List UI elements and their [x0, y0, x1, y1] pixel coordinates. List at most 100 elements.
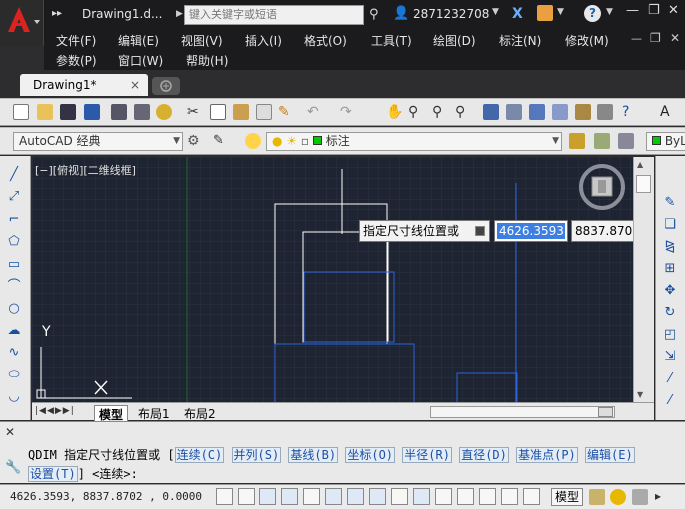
model-space-button[interactable]: 模型 — [551, 488, 583, 506]
search-input[interactable]: 键入关键字或短语 — [184, 5, 364, 25]
doc-restore-icon[interactable]: ❐ — [650, 31, 661, 45]
tab-drawing1[interactable]: Drawing1* × — [20, 74, 148, 96]
dynamic-ucs-icon[interactable] — [391, 488, 408, 505]
text-style-icon[interactable]: A — [660, 104, 676, 120]
drawing-canvas[interactable]: [−][俯视][二维线框] Y 指定尺寸线位置或 4626.3593 8837.… — [32, 157, 633, 402]
scroll-down-icon[interactable]: ▼ — [637, 390, 643, 399]
store-dropdown-icon[interactable]: ▼ — [557, 7, 564, 17]
spline-icon[interactable]: ∿ — [5, 344, 23, 362]
tab-layout2[interactable]: 布局2 — [184, 405, 216, 422]
option-edit[interactable]: 编辑(E) — [585, 447, 635, 463]
array-icon[interactable]: ⊞ — [661, 260, 679, 278]
tab-layout1[interactable]: 布局1 — [138, 405, 170, 422]
menu-file[interactable]: 文件(F) — [56, 32, 96, 49]
menu-tools[interactable]: 工具(T) — [371, 32, 412, 49]
extend-icon[interactable]: ⁄ — [661, 392, 679, 410]
minimize-icon[interactable]: — — [626, 3, 639, 18]
polar-tracking-icon[interactable] — [303, 488, 320, 505]
design-center-icon[interactable] — [506, 104, 522, 120]
workspace-switch-icon[interactable] — [632, 489, 648, 505]
option-ordinate[interactable]: 坐标(O) — [345, 447, 396, 463]
circle-icon[interactable]: ○ — [5, 300, 23, 318]
new-icon[interactable] — [13, 104, 29, 120]
zoom-window-icon[interactable]: ⚲ — [432, 104, 448, 120]
quick-access-expand-icon[interactable]: ▸▸ — [52, 8, 62, 19]
status-menu-icon[interactable]: ▸ — [655, 489, 661, 503]
layer-properties-icon[interactable] — [245, 133, 261, 149]
copy-object-icon[interactable]: ❏ — [661, 216, 679, 234]
horizontal-scrollbar[interactable] — [430, 406, 615, 418]
doc-close-icon[interactable]: ✕ — [670, 31, 680, 45]
new-tab-button[interactable] — [152, 77, 180, 95]
menu-dimension[interactable]: 标注(N) — [499, 32, 541, 49]
close-icon[interactable]: ✕ — [668, 3, 679, 18]
open-icon[interactable] — [37, 104, 53, 120]
zoom-realtime-icon[interactable]: ⚲ — [408, 104, 424, 120]
trim-icon[interactable]: ⁄ — [661, 370, 679, 388]
sheet-set-icon[interactable] — [552, 104, 568, 120]
layer-match-icon[interactable] — [594, 133, 610, 149]
3d-object-snap-icon[interactable] — [347, 488, 364, 505]
option-diameter[interactable]: 直径(D) — [459, 447, 509, 463]
layout-nav-icons[interactable]: |◀◀▶▶| — [35, 406, 75, 416]
option-continuous[interactable]: 连续(C) — [174, 447, 225, 463]
move-icon[interactable]: ✥ — [661, 282, 679, 300]
quick-view-icon[interactable] — [589, 489, 605, 505]
menu-edit[interactable]: 编辑(E) — [118, 32, 159, 49]
menu-window[interactable]: 窗口(W) — [118, 52, 163, 69]
option-radius[interactable]: 半径(R) — [402, 447, 452, 463]
line-icon[interactable]: ╱ — [5, 166, 23, 184]
make-current-icon[interactable] — [569, 133, 585, 149]
option-baseline[interactable]: 基线(B) — [288, 447, 339, 463]
menu-format[interactable]: 格式(O) — [304, 32, 347, 49]
dynamic-input-icon[interactable] — [413, 488, 430, 505]
menu-draw[interactable]: 绘图(D) — [433, 32, 476, 49]
transparency-icon[interactable] — [457, 488, 474, 505]
user-icon[interactable]: 👤 — [393, 6, 409, 21]
erase-icon[interactable]: ✎ — [661, 194, 679, 212]
restore-icon[interactable]: ❐ — [648, 3, 660, 18]
help-toolbar-icon[interactable]: ? — [622, 104, 638, 120]
menu-view[interactable]: 视图(V) — [181, 32, 223, 49]
hscroll-thumb[interactable] — [598, 407, 613, 417]
command-window[interactable]: ✕ 🔧 QDIM 指定尺寸线位置或 [连续(C) 并列(S) 基线(B) 坐标(… — [0, 421, 685, 483]
paste-special-icon[interactable] — [256, 104, 272, 120]
quickcalc-icon[interactable] — [597, 104, 613, 120]
cut-icon[interactable]: ✂ — [187, 104, 203, 120]
tool-palettes-icon[interactable] — [529, 104, 545, 120]
properties-icon[interactable] — [483, 104, 499, 120]
annotation-scale-icon[interactable] — [610, 489, 626, 505]
copy-icon[interactable] — [210, 104, 226, 120]
workspace-select[interactable]: AutoCAD 经典 ▼ — [13, 132, 183, 151]
option-datum[interactable]: 基准点(P) — [516, 447, 578, 463]
undo-icon[interactable]: ↶ — [307, 104, 323, 120]
selection-cycling-icon[interactable] — [501, 488, 518, 505]
object-snap-tracking-icon[interactable] — [369, 488, 386, 505]
help-dropdown-icon[interactable]: ▼ — [606, 7, 613, 17]
ellipse-arc-icon[interactable]: ◡ — [5, 388, 23, 406]
search-expand-icon[interactable]: ▶ — [176, 9, 183, 19]
wrench-icon[interactable]: 🔧 — [5, 460, 21, 475]
doc-minimize-icon[interactable]: — — [631, 32, 642, 45]
user-id[interactable]: 2871232708 — [413, 7, 489, 21]
rectangle-icon[interactable]: ▭ — [5, 256, 23, 274]
save-as-icon[interactable] — [84, 104, 100, 120]
layer-previous-icon[interactable] — [618, 133, 634, 149]
rotate-icon[interactable]: ↻ — [661, 304, 679, 322]
revision-cloud-icon[interactable]: ☁ — [5, 322, 23, 340]
zoom-previous-icon[interactable]: ⚲ — [455, 104, 471, 120]
redo-icon[interactable]: ↷ — [340, 104, 356, 120]
color-select[interactable]: ByL — [646, 132, 685, 151]
arc-icon[interactable]: ⌒ — [5, 278, 23, 296]
infer-constraints-icon[interactable] — [216, 488, 233, 505]
dynamic-input-y[interactable]: 8837.8702 — [571, 220, 633, 242]
polyline-icon[interactable]: ⌐ — [5, 211, 23, 229]
layer-select[interactable]: ● ☀ ▫ 标注 ▼ — [266, 132, 562, 151]
menu-parameters[interactable]: 参数(P) — [56, 52, 97, 69]
lineweight-icon[interactable] — [435, 488, 452, 505]
option-settings[interactable]: 设置(T) — [28, 466, 78, 482]
option-staggered[interactable]: 并列(S) — [231, 447, 282, 463]
paste-icon[interactable] — [233, 104, 249, 120]
match-properties-icon[interactable]: ✎ — [278, 104, 294, 120]
menu-modify[interactable]: 修改(M) — [565, 32, 609, 49]
